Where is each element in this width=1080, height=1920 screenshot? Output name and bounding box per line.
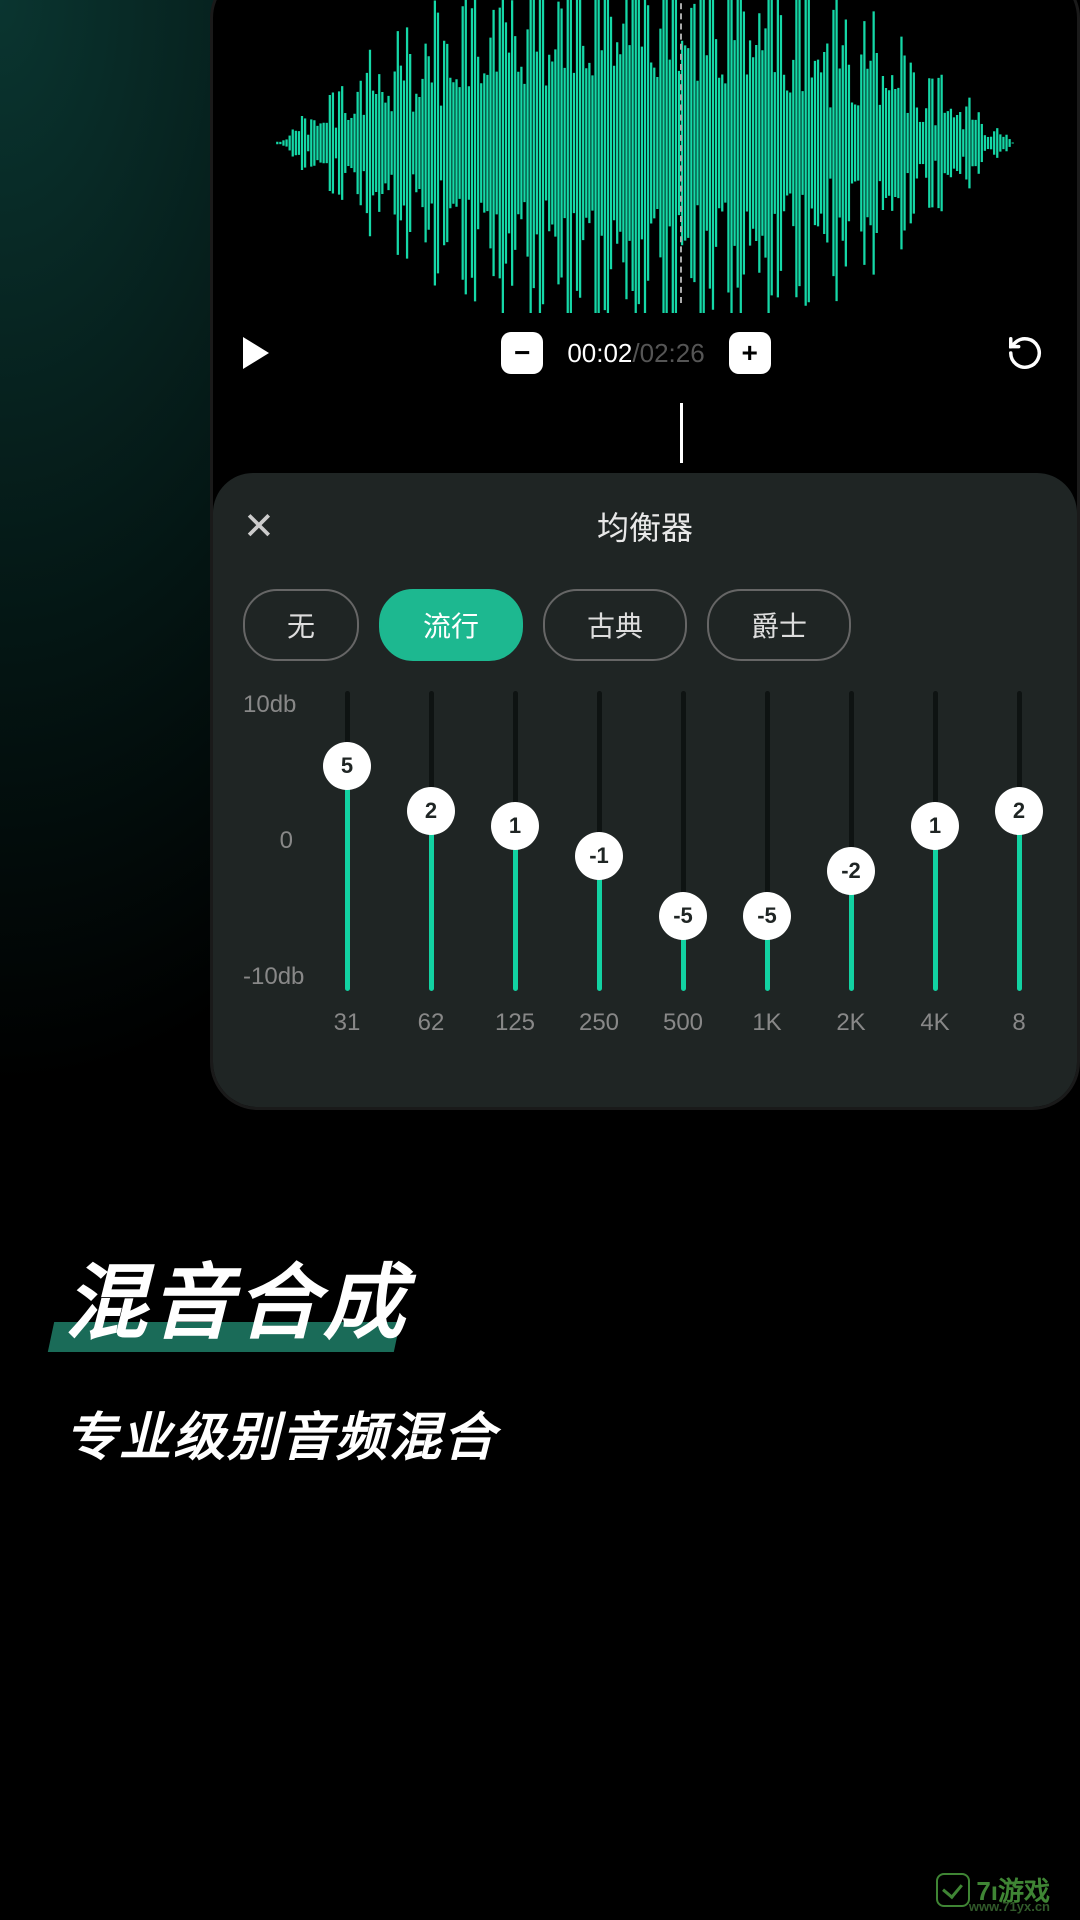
slider-thumb[interactable]: 2 xyxy=(407,787,455,835)
slider-track[interactable]: 2 xyxy=(429,691,434,991)
band-500: -5 500 xyxy=(659,691,707,1081)
slider-thumb[interactable]: -5 xyxy=(659,892,707,940)
slider-thumb[interactable]: 1 xyxy=(491,802,539,850)
slider-track[interactable]: -5 xyxy=(765,691,770,991)
band-label: 500 xyxy=(663,1009,703,1037)
slider-thumb[interactable]: -5 xyxy=(743,892,791,940)
mini-marker[interactable] xyxy=(680,403,683,463)
preset-1[interactable]: 流行 xyxy=(379,589,523,661)
undo-icon[interactable] xyxy=(1003,331,1047,375)
equalizer-panel: ✕ 均衡器 无流行古典爵士 10db 0 -10db 5 31 2 62 xyxy=(213,473,1077,1110)
band-label: 1K xyxy=(752,1009,781,1037)
band-label: 2K xyxy=(836,1009,865,1037)
playhead-line xyxy=(680,0,682,303)
band-label: 4K xyxy=(920,1009,949,1037)
band-label: 125 xyxy=(495,1009,535,1037)
band-4K: 1 4K xyxy=(911,691,959,1081)
band-31: 5 31 xyxy=(323,691,371,1081)
slider-track[interactable]: 2 xyxy=(1017,691,1022,991)
slider-thumb[interactable]: -2 xyxy=(827,847,875,895)
band-label: 31 xyxy=(334,1009,361,1037)
transport-bar: − 00:02/02:26 + xyxy=(213,313,1077,393)
slider-track[interactable]: -1 xyxy=(597,691,602,991)
slider-fill xyxy=(933,826,938,991)
preset-2[interactable]: 古典 xyxy=(543,589,687,661)
slider-fill xyxy=(1017,811,1022,991)
zoom-out-button[interactable]: − xyxy=(501,332,543,374)
total-time: 02:26 xyxy=(640,338,705,368)
slider-thumb[interactable]: -1 xyxy=(575,832,623,880)
slider-fill xyxy=(513,826,518,991)
eq-title: 均衡器 xyxy=(265,503,1025,549)
watermark-url: www.71yx.cn xyxy=(969,1899,1050,1914)
band-62: 2 62 xyxy=(407,691,455,1081)
scale-top: 10db xyxy=(243,691,293,719)
mini-wave xyxy=(213,403,1077,463)
slider-track[interactable]: 1 xyxy=(513,691,518,991)
band-label: 62 xyxy=(418,1009,445,1037)
watermark-icon xyxy=(936,1873,970,1907)
scale-mid: 0 xyxy=(243,827,293,855)
band-label: 8 xyxy=(1012,1009,1025,1037)
band-8: 2 8 xyxy=(995,691,1043,1081)
slider-track[interactable]: 1 xyxy=(933,691,938,991)
zoom-in-button[interactable]: + xyxy=(729,332,771,374)
promo-subtitle: 专业级别音频混合 xyxy=(65,1395,497,1470)
promo-block: 混音合成 专业级别音频混合 xyxy=(65,1236,497,1470)
play-button[interactable] xyxy=(243,337,269,369)
phone-frame: − 00:02/02:26 + ✕ 均衡器 无流行古典爵士 10db 0 -10… xyxy=(210,0,1080,1110)
band-1K: -5 1K xyxy=(743,691,791,1081)
time-display: 00:02/02:26 xyxy=(567,338,704,369)
band-250: -1 250 xyxy=(575,691,623,1081)
slider-track[interactable]: -5 xyxy=(681,691,686,991)
watermark: 7ı游戏 www.71yx.cn xyxy=(936,1871,1050,1908)
eq-bands: 5 31 2 62 1 125 -1 250 -5 500 xyxy=(303,691,1077,1081)
slider-thumb[interactable]: 1 xyxy=(911,802,959,850)
current-time: 00:02 xyxy=(567,338,632,368)
slider-thumb[interactable]: 5 xyxy=(323,742,371,790)
preset-row: 无流行古典爵士 xyxy=(243,589,1077,661)
slider-thumb[interactable]: 2 xyxy=(995,787,1043,835)
slider-track[interactable]: -2 xyxy=(849,691,854,991)
slider-track[interactable]: 5 xyxy=(345,691,350,991)
band-125: 1 125 xyxy=(491,691,539,1081)
band-label: 250 xyxy=(579,1009,619,1037)
preset-3[interactable]: 爵士 xyxy=(707,589,851,661)
waveform-display xyxy=(213,0,1077,313)
slider-fill xyxy=(345,766,350,991)
slider-fill xyxy=(429,811,434,991)
eq-scale: 10db 0 -10db xyxy=(243,691,303,991)
scale-bot: -10db xyxy=(243,963,293,991)
band-2K: -2 2K xyxy=(827,691,875,1081)
waveform-svg xyxy=(233,0,1057,313)
promo-title: 混音合成 xyxy=(65,1258,409,1349)
preset-0[interactable]: 无 xyxy=(243,589,359,661)
